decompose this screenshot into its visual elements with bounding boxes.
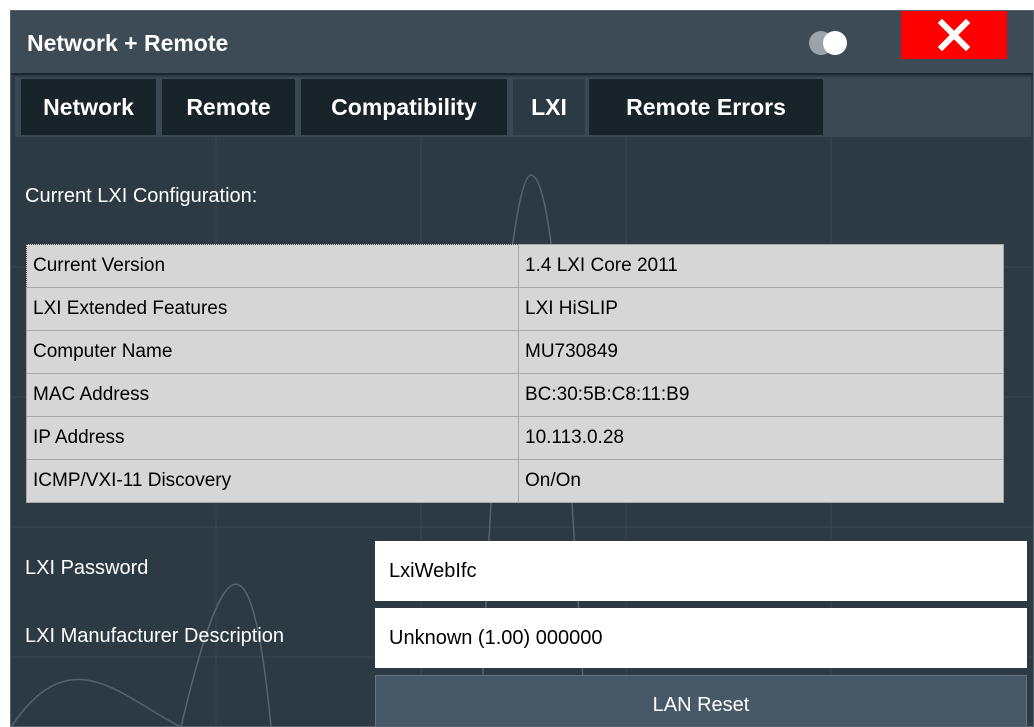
dialog-titlebar: Network + Remote [11, 11, 1033, 75]
table-row: IP Address 10.113.0.28 [26, 416, 1004, 460]
lxi-config-table: Current Version 1.4 LXI Core 2011 LXI Ex… [26, 244, 1004, 503]
lxi-panel: Current LXI Configuration: Current Versi… [11, 137, 1033, 726]
row-value: MU730849 [518, 330, 1004, 374]
row-key: Current Version [26, 244, 519, 288]
table-row: ICMP/VXI-11 Discovery On/On [26, 459, 1004, 503]
tab-lxi[interactable]: LXI [513, 79, 585, 135]
row-value: On/On [518, 459, 1004, 503]
lxi-manufacturer-description-label: LXI Manufacturer Description [25, 625, 285, 647]
table-row: LXI Extended Features LXI HiSLIP [26, 287, 1004, 331]
row-value: BC:30:5B:C8:11:B9 [518, 373, 1004, 417]
row-key: ICMP/VXI-11 Discovery [26, 459, 519, 503]
tab-remote-errors[interactable]: Remote Errors [589, 79, 823, 135]
row-key: LXI Extended Features [26, 287, 519, 331]
close-icon [938, 19, 970, 51]
tab-bar: Network Remote Compatibility LXI Remote … [15, 77, 1031, 137]
tab-network[interactable]: Network [21, 79, 156, 135]
lxi-password-label: LXI Password [25, 557, 149, 579]
row-value: 10.113.0.28 [518, 416, 1004, 460]
table-row: Computer Name MU730849 [26, 330, 1004, 374]
row-key: Computer Name [26, 330, 519, 374]
lan-reset-button[interactable]: LAN Reset [375, 675, 1027, 726]
toggle-knob-front [823, 31, 847, 55]
row-key: IP Address [26, 416, 519, 460]
tab-compatibility[interactable]: Compatibility [301, 79, 507, 135]
row-key: MAC Address [26, 373, 519, 417]
lxi-password-field[interactable] [375, 541, 1027, 601]
close-button[interactable] [901, 11, 1007, 59]
section-label: Current LXI Configuration: [25, 185, 258, 207]
dialog-title: Network + Remote [27, 30, 229, 56]
table-row: Current Version 1.4 LXI Core 2011 [26, 244, 1004, 288]
row-value: 1.4 LXI Core 2011 [518, 244, 1004, 288]
row-value: LXI HiSLIP [518, 287, 1004, 331]
toggle-icon[interactable] [809, 30, 861, 56]
table-row: MAC Address BC:30:5B:C8:11:B9 [26, 373, 1004, 417]
tab-remote[interactable]: Remote [162, 79, 295, 135]
network-remote-dialog: Network + Remote Network Remote Compatib… [10, 10, 1034, 727]
lxi-manufacturer-description-field[interactable] [375, 608, 1027, 668]
